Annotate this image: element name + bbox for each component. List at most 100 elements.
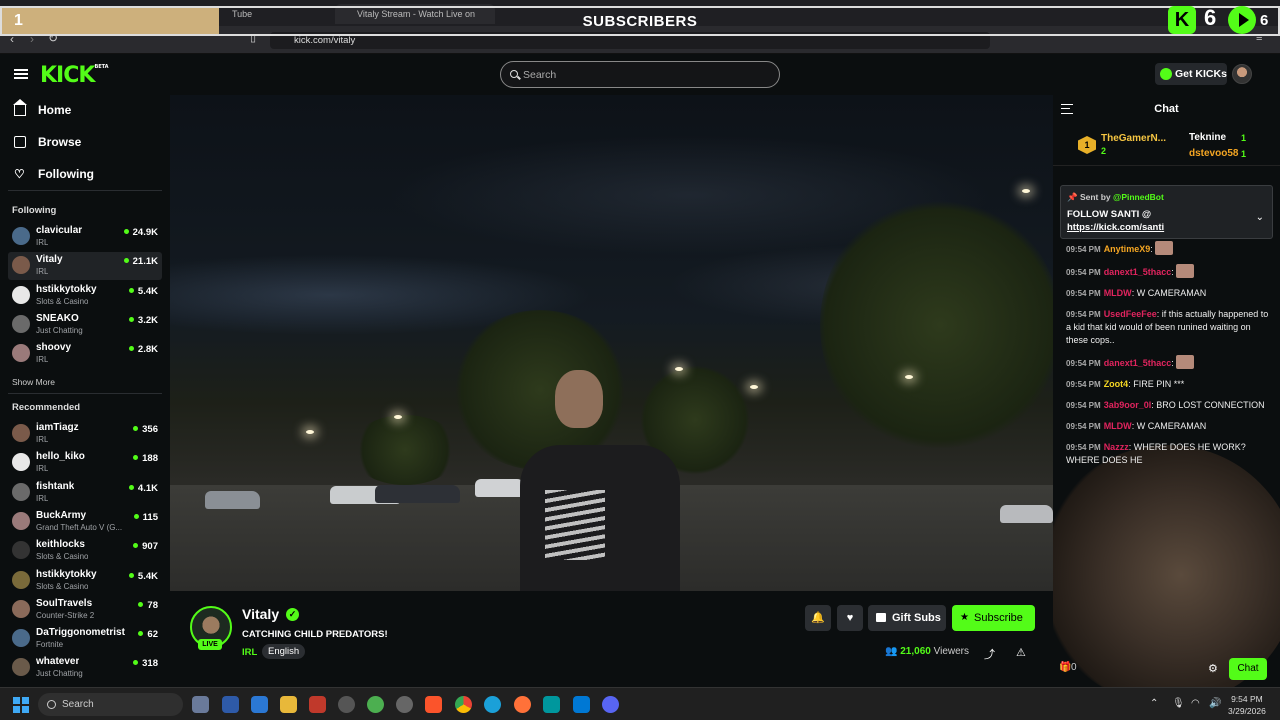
channel-row-datriggonometrist[interactable]: DaTriggonometrist Fortnite 62 — [8, 625, 162, 653]
message-username[interactable]: MLDW — [1104, 421, 1132, 431]
language-tag[interactable]: English — [262, 644, 306, 659]
channel-row-hstikkytokky[interactable]: hstikkytokky Slots & Casino 5.4K — [8, 567, 162, 595]
edge-icon[interactable] — [484, 696, 501, 713]
volume-icon[interactable]: 🔊 — [1209, 698, 1221, 709]
follow-heart-icon[interactable]: ♥ — [837, 605, 863, 631]
app-icon[interactable] — [222, 696, 239, 713]
message-time: 09:54 PM — [1066, 380, 1101, 389]
channel-name: fishtank — [36, 480, 75, 492]
street-light — [306, 430, 314, 434]
discord-icon[interactable] — [602, 696, 619, 713]
report-warning-icon[interactable]: ⚠ — [1016, 646, 1026, 659]
channel-category: Just Chatting — [36, 669, 83, 679]
notification-bell-icon[interactable]: 🔔 — [805, 605, 831, 631]
firefox-icon[interactable] — [514, 696, 531, 713]
channel-avatar — [12, 658, 30, 677]
channel-viewers: 24.9K — [124, 227, 158, 238]
app-icon[interactable] — [367, 696, 384, 713]
message-username[interactable]: 3ab9oor_0l — [1104, 400, 1152, 410]
pinned-link[interactable]: https://kick.com/santi — [1067, 221, 1237, 234]
pinned-bot-name[interactable]: @PinnedBot — [1113, 192, 1164, 202]
channel-name: SoulTravels — [36, 597, 93, 609]
message-username[interactable]: UsedFeeFee — [1104, 309, 1157, 319]
settings-gear-icon[interactable]: ⚙ — [1208, 662, 1218, 675]
channel-row-shoovy[interactable]: shoovy IRL 2.8K — [8, 340, 162, 368]
search-box[interactable] — [500, 61, 780, 88]
subscribe-button[interactable]: Subscribe — [952, 605, 1035, 631]
tree — [350, 415, 460, 485]
user-avatar[interactable] — [1232, 64, 1252, 84]
channel-row-whatever[interactable]: whatever Just Chatting 318 — [8, 654, 162, 682]
system-clock[interactable]: 9:54 PM 3/29/2026 — [1228, 693, 1266, 717]
channel-viewers: 2.8K — [129, 344, 158, 355]
search-input[interactable] — [523, 67, 763, 83]
streamer-name[interactable]: Vitaly — [242, 606, 279, 622]
browse-icon — [14, 136, 26, 148]
channel-avatar — [12, 285, 30, 304]
message-text: BRO LOST CONNECTION — [1156, 400, 1265, 410]
category-link[interactable]: IRL — [242, 647, 257, 658]
channel-category: Slots & Casino — [36, 552, 89, 562]
leaderboard-name[interactable]: Teknine — [1189, 132, 1226, 143]
channel-row-sneako[interactable]: SNEAKO Just Chatting 3.2K — [8, 311, 162, 339]
chat-send-button[interactable]: Chat — [1229, 658, 1267, 680]
video-player[interactable] — [170, 95, 1053, 591]
taskview-icon[interactable] — [192, 696, 209, 713]
divider — [8, 190, 162, 191]
nav-label: Browse — [38, 135, 82, 149]
tray-chevron-icon[interactable]: ⌃ — [1150, 698, 1158, 709]
arduino-icon[interactable] — [543, 696, 560, 713]
app-icon[interactable] — [396, 696, 413, 713]
car — [475, 479, 525, 497]
channel-viewers: 21.1K — [124, 256, 158, 267]
live-badge: LIVE — [198, 639, 222, 650]
channel-category: Slots & Casino — [36, 581, 89, 591]
gift-subs-button[interactable]: Gift Subs — [868, 605, 946, 631]
channel-row-buckarmy[interactable]: BuckArmy Grand Theft Auto V (G... 115 — [8, 508, 162, 536]
channel-row-fishtank[interactable]: fishtank IRL 4.1K — [8, 479, 162, 507]
channel-row-hello_kiko[interactable]: hello_kiko IRL 188 — [8, 449, 162, 477]
message-username[interactable]: danext1_5thacc — [1104, 358, 1172, 368]
chat-message: 09:54 PM UsedFeeFee: if this actually hap… — [1066, 309, 1269, 345]
kicks-coin-icon — [1160, 68, 1172, 80]
chrome-icon[interactable] — [455, 696, 472, 713]
leaderboard-name[interactable]: TheGamerN... — [1101, 133, 1166, 144]
message-username[interactable]: danext1_5thacc — [1104, 267, 1172, 277]
leaderboard-name[interactable]: dstevoo58 — [1189, 148, 1238, 159]
channel-row-clavicular[interactable]: clavicular IRL 24.9K — [8, 223, 162, 251]
vscode-icon[interactable] — [573, 696, 590, 713]
app-icon[interactable] — [251, 696, 268, 713]
show-more-link[interactable]: Show More — [12, 377, 55, 387]
gift-icon[interactable]: 🎁 — [1059, 662, 1071, 673]
channel-row-soultravels[interactable]: SoulTravels Counter-Strike 2 78 — [8, 596, 162, 624]
message-username[interactable]: MLDW — [1104, 288, 1132, 298]
app-icon[interactable] — [309, 696, 326, 713]
pinned-message[interactable]: 📌 Sent by @PinnedBot FOLLOW SANTI @ http… — [1060, 185, 1273, 239]
get-kicks-button[interactable]: Get KICKs — [1155, 63, 1227, 85]
wifi-icon[interactable]: ◠ — [1191, 698, 1200, 709]
message-username[interactable]: Zoot4 — [1104, 379, 1129, 389]
channel-category: IRL — [36, 355, 49, 365]
kick-logo[interactable]: KICKBETA — [40, 63, 109, 88]
file-explorer-icon[interactable] — [280, 696, 297, 713]
message-username[interactable]: Nazzz — [1104, 442, 1129, 452]
leaderboard-count: 1 — [1241, 133, 1247, 143]
app-icon[interactable] — [338, 696, 355, 713]
hamburger-menu-icon[interactable] — [14, 69, 28, 79]
taskbar-search[interactable]: Search — [38, 693, 183, 716]
windows-start-icon[interactable] — [13, 697, 29, 713]
channel-row-iamtiagz[interactable]: iamTiagz IRL 356 — [8, 420, 162, 448]
channel-row-hstikkytokky[interactable]: hstikkytokky Slots & Casino 5.4K — [8, 282, 162, 310]
channel-row-vitaly[interactable]: Vitaly IRL 21.1K — [8, 252, 162, 281]
emote-image — [1176, 355, 1195, 369]
channel-row-keithlocks[interactable]: keithlocks Slots & Casino 907 — [8, 537, 162, 565]
microphone-icon[interactable]: 🎙 — [1172, 698, 1185, 709]
message-time: 09:54 PM — [1066, 359, 1101, 368]
person-shirt — [520, 445, 680, 591]
message-username[interactable]: AnytimeX9 — [1104, 244, 1151, 254]
share-icon[interactable]: ⤴ — [984, 646, 995, 662]
gift-count: 0 — [1071, 662, 1077, 673]
chevron-down-icon[interactable]: ⌄ — [1256, 212, 1264, 223]
nav-label: Following — [38, 167, 94, 181]
brave-browser-icon[interactable] — [425, 696, 442, 713]
